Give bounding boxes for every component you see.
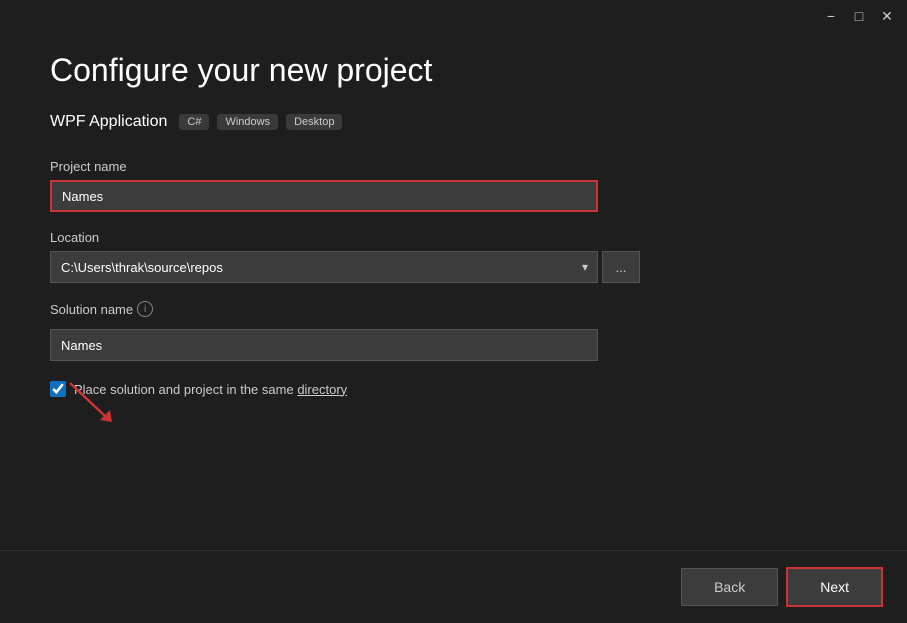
close-button[interactable]: ✕ bbox=[879, 8, 895, 24]
maximize-button[interactable]: □ bbox=[851, 8, 867, 24]
title-bar: − □ ✕ bbox=[0, 0, 907, 32]
solution-name-input[interactable] bbox=[50, 329, 598, 361]
location-group: Location C:\Users\thrak\source\repos ... bbox=[50, 230, 857, 283]
location-input-wrapper: C:\Users\thrak\source\repos ... bbox=[50, 251, 857, 283]
same-directory-label: Place solution and project in the same d… bbox=[74, 382, 347, 397]
page-title: Configure your new project bbox=[50, 52, 857, 89]
main-content: Configure your new project WPF Applicati… bbox=[0, 32, 907, 417]
back-button[interactable]: Back bbox=[681, 568, 778, 606]
tag-csharp: C# bbox=[179, 114, 209, 130]
browse-button[interactable]: ... bbox=[602, 251, 640, 283]
tag-windows: Windows bbox=[217, 114, 278, 130]
solution-name-label: Solution name bbox=[50, 302, 133, 317]
solution-name-group: Solution name i bbox=[50, 301, 857, 361]
project-name-label: Project name bbox=[50, 159, 857, 174]
project-name-group: Project name bbox=[50, 159, 857, 212]
project-type-label: WPF Application bbox=[50, 113, 167, 131]
project-type-row: WPF Application C# Windows Desktop bbox=[50, 113, 857, 131]
project-name-input[interactable] bbox=[50, 180, 598, 212]
location-select[interactable]: C:\Users\thrak\source\repos bbox=[50, 251, 598, 283]
bottom-bar: Back Next bbox=[0, 550, 907, 623]
tag-desktop: Desktop bbox=[286, 114, 342, 130]
same-directory-checkbox[interactable] bbox=[50, 381, 66, 397]
solution-label-row: Solution name i bbox=[50, 301, 857, 317]
next-button[interactable]: Next bbox=[786, 567, 883, 607]
minimize-button[interactable]: − bbox=[823, 8, 839, 24]
info-icon[interactable]: i bbox=[137, 301, 153, 317]
location-label: Location bbox=[50, 230, 857, 245]
checkbox-row: Place solution and project in the same d… bbox=[50, 381, 857, 397]
location-select-wrapper: C:\Users\thrak\source\repos bbox=[50, 251, 598, 283]
